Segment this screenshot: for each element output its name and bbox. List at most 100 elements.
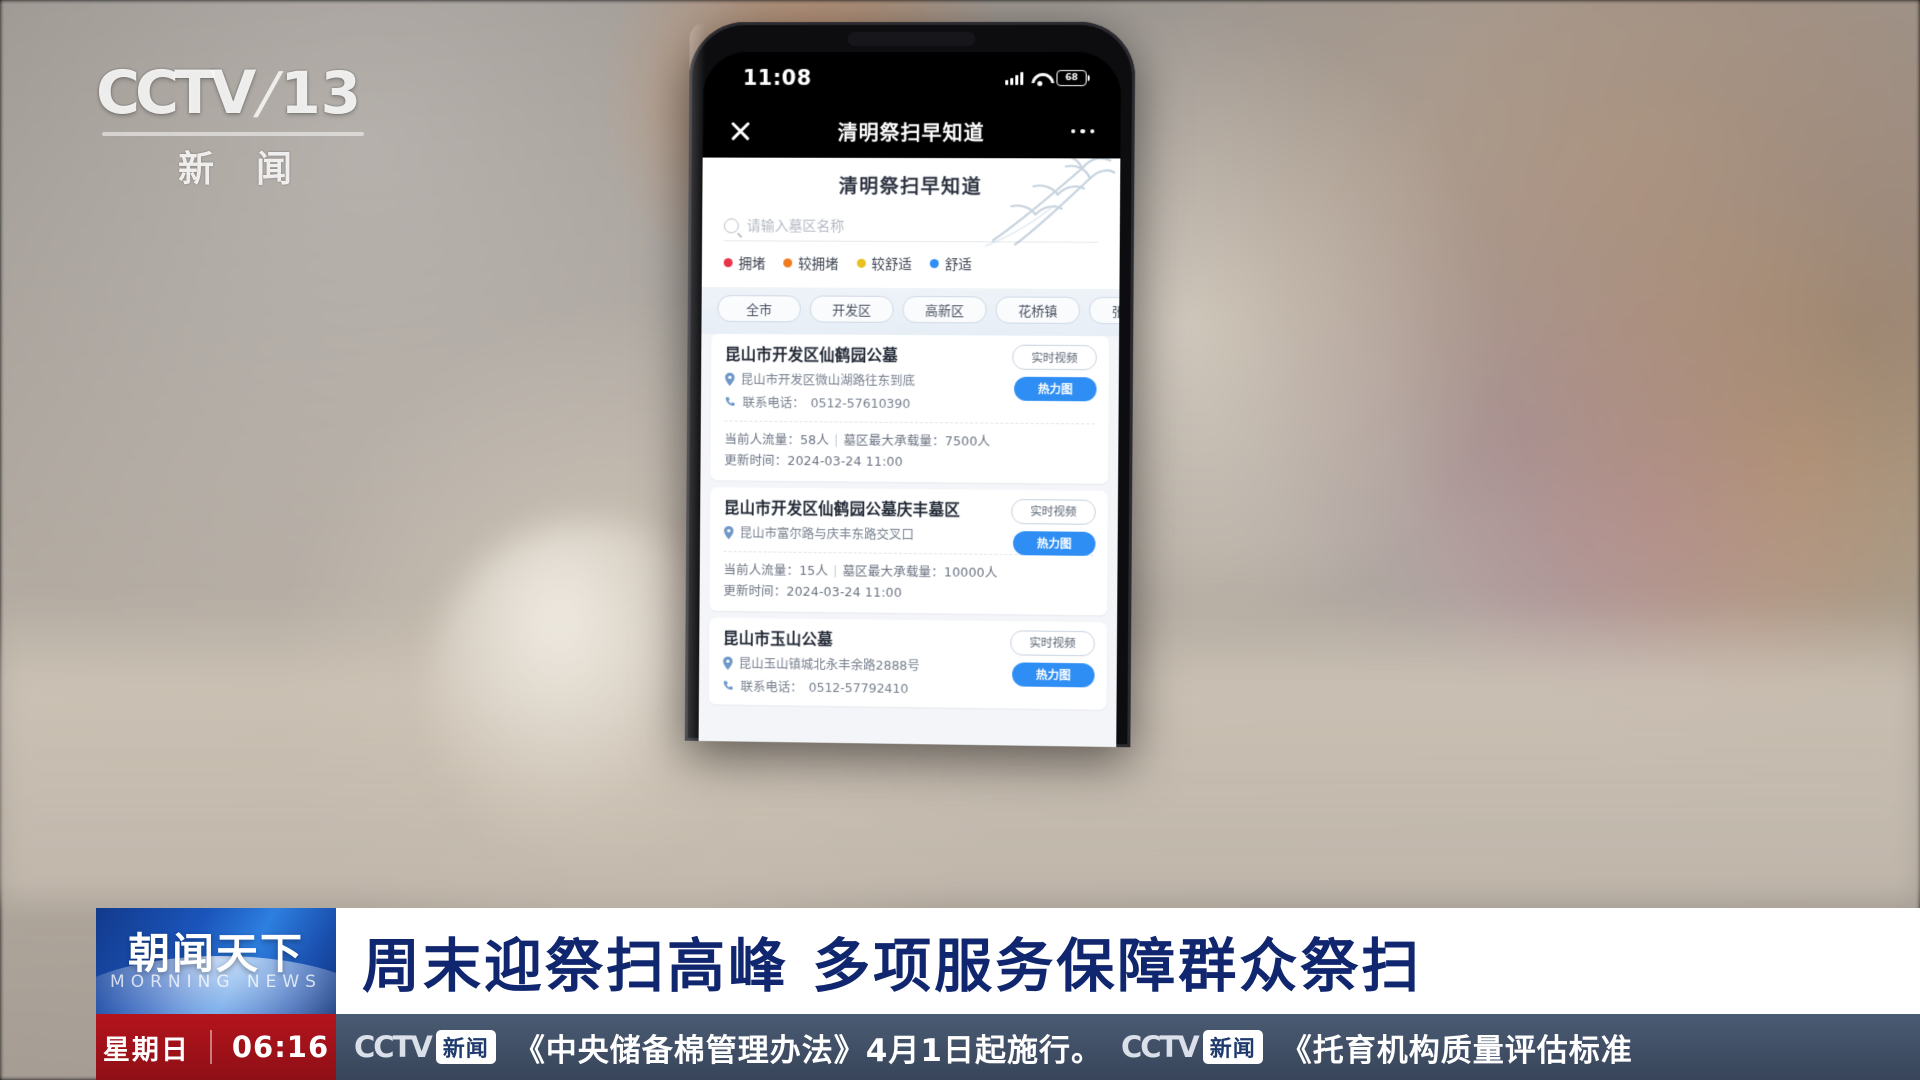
live-video-button[interactable]: 实时视频 [1010,629,1095,656]
card-actions-2: 实时视频 热力图 [1010,629,1095,688]
ticker-cctv-icon: CCTV [354,1030,433,1064]
app-navigation-bar: 清明祭扫早知道 [702,103,1121,159]
cemetery-address: 昆山市开发区微山湖路往东到底 [740,372,916,389]
date-time-block: 星期日 06:16 [96,1014,336,1080]
card-actions-0: 实时视频 热力图 [1012,344,1097,402]
legend-item-1: 较拥堵 [783,252,839,273]
clock-label: 06:16 [231,1030,330,1064]
bamboo-decoration-icon [985,158,1116,249]
district-filter-bar[interactable]: 全市 开发区 高新区 花桥镇 张浦镇 [701,286,1120,337]
legend-item-3: 舒适 [929,253,972,274]
capacity-value: 10000人 [943,564,998,581]
legend-label-2: 较舒适 [871,256,912,274]
live-video-button[interactable]: 实时视频 [1011,498,1096,525]
lower-third: 朝闻天下 MORNING NEWS 周末迎祭扫高峰 多项服务保障群众祭扫 星期日… [96,908,1920,1080]
location-pin-icon [725,373,735,387]
news-ticker: CCTV 新闻 《中央储备棉管理办法》4月1日起施行。 CCTV 新闻 《托育机… [336,1014,1920,1080]
current-flow-label: 当前人流量： [723,562,800,578]
live-video-button[interactable]: 实时视频 [1012,344,1097,371]
phone-icon [725,397,735,407]
legend-dot-1 [783,257,793,267]
location-pin-icon [723,526,734,540]
location-pin-icon [723,656,733,670]
cemetery-address: 昆山玉山镇城北永丰余路2888号 [738,655,920,674]
filter-chip-3[interactable]: 花桥镇 [995,296,1081,324]
ticker-badge-1: 新闻 [1202,1030,1263,1064]
headline-text: 周末迎祭扫高峰 多项服务保障群众祭扫 [362,932,1423,1000]
filter-chip-0[interactable]: 全市 [717,295,801,323]
battery-icon: 68 [1056,70,1087,87]
cemetery-address: 昆山市富尔路与庆丰东路交叉口 [739,525,915,543]
channel-logo-sub: 新 闻 [96,140,376,192]
channel-logo: CCTV / 13 新 闻 [96,56,376,190]
search-placeholder: 请输入墓区名称 [746,218,845,235]
app-content: 清明祭扫早知道 请输入墓区名称 拥堵 较拥堵 较舒适 舒适 全市 开发区 高新区… [698,157,1121,748]
close-icon[interactable] [729,119,753,143]
cemetery-list: 实时视频 热力图 昆山市开发区仙鹤园公墓 昆山市开发区微山湖路往东到底 联系电话… [699,333,1119,710]
cemetery-phone: 0512-57792410 [808,679,909,696]
filter-chip-4[interactable]: 张浦镇 [1088,296,1120,325]
ticker-cctv-icon: CCTV [1120,1030,1200,1064]
legend-label-1: 较拥堵 [798,256,839,273]
program-name-en: MORNING NEWS [110,972,322,992]
cctv-underline [102,132,364,136]
current-flow-value: 15人 [799,562,829,579]
updated-label: 更新时间： [724,452,788,469]
legend-label-3: 舒适 [944,257,972,274]
updated-label: 更新时间： [723,583,787,599]
ticker-logo-0: CCTV 新闻 [354,1030,496,1064]
search-icon [723,217,739,233]
list-item[interactable]: 实时视频 热力图 昆山市开发区仙鹤园公墓 昆山市开发区微山湖路往东到底 联系电话… [710,333,1110,484]
weekday-label: 星期日 [102,1034,190,1066]
headline-banner: 周末迎祭扫高峰 多项服务保障群众祭扫 [336,908,1920,1014]
card-actions-1: 实时视频 热力图 [1011,498,1096,556]
stat-separator: | [833,563,838,579]
wifi-icon [1031,72,1048,85]
lower-third-ticker-row: 星期日 06:16 CCTV 新闻 《中央储备棉管理办法》4月1日起施行。 CC… [96,1014,1920,1080]
status-bar-icons: 68 [1005,70,1087,87]
current-flow-label: 当前人流量： [724,431,801,448]
signal-bars-icon [1005,71,1024,85]
filter-chip-1[interactable]: 开发区 [809,295,894,323]
channel-sub-char-1: 新 [177,149,216,190]
heatmap-button[interactable]: 热力图 [1012,530,1096,556]
ticker-text-1: 《托育机构质量评估标准 [1280,1032,1633,1069]
list-item[interactable]: 实时视频 热力图 昆山市开发区仙鹤园公墓庆丰墓区 昆山市富尔路与庆丰东路交叉口 [709,486,1108,615]
date-divider [209,1030,212,1064]
heatmap-button[interactable]: 热力图 [1012,661,1095,688]
lower-third-headline-row: 朝闻天下 MORNING NEWS 周末迎祭扫高峰 多项服务保障群众祭扫 [96,908,1920,1014]
nav-title: 清明祭扫早知道 [837,120,985,145]
cctv-wordmark: CCTV [96,58,256,128]
ticker-logo-1: CCTV 新闻 [1121,1030,1263,1064]
legend-item-0: 拥堵 [723,252,766,273]
legend-dot-3 [929,258,939,268]
more-dots-icon[interactable] [1070,128,1095,134]
ticker-text-0: 《中央储备棉管理办法》4月1日起施行。 [513,1032,1103,1069]
legend-dot-0 [723,257,733,267]
cemetery-phone-label: 联系电话： [740,678,803,695]
stat-separator: | [833,432,839,448]
phone-screen: 11:08 68 清明祭扫早知道 清明祭扫早知道 请输入墓区名称 拥堵 较拥堵 … [698,51,1122,748]
capacity-label: 墓区最大承载量： [843,432,945,449]
screenshot-root: CCTV / 13 新 闻 11:08 68 清明祭扫早知道 清明祭扫早知道 请… [0,0,1920,1080]
list-item[interactable]: 实时视频 热力图 昆山市玉山公墓 昆山玉山镇城北永丰余路2888号 联系电话： … [708,617,1108,710]
updated-value: 2024-03-24 11:00 [786,583,902,601]
smartphone: 11:08 68 清明祭扫早知道 清明祭扫早知道 请输入墓区名称 拥堵 较拥堵 … [684,21,1136,748]
cemetery-phone: 0512-57610390 [810,395,911,412]
cemetery-phone-label: 联系电话： [742,395,805,411]
ticker-badge-0: 新闻 [435,1030,496,1064]
program-logo: 朝闻天下 MORNING NEWS [96,908,336,1014]
channel-sub-char-2: 闻 [256,149,295,190]
cctv-channel-number: 13 [280,59,362,127]
capacity-label: 墓区最大承载量： [842,563,944,580]
app-hero: 清明祭扫早知道 请输入墓区名称 拥堵 较拥堵 较舒适 舒适 [701,157,1121,290]
cemetery-stats: 当前人流量：58人 | 墓区最大承载量：7500人 更新时间：2024-03-24 … [724,429,1094,475]
updated-value: 2024-03-24 11:00 [787,453,903,470]
channel-logo-row: CCTV / 13 [96,56,376,130]
filter-chip-2[interactable]: 高新区 [902,295,987,324]
legend-label-0: 拥堵 [738,256,766,273]
phone-icon [723,681,733,690]
card-divider [724,420,1095,425]
heatmap-button[interactable]: 热力图 [1014,376,1097,402]
phone-notch [847,31,976,47]
